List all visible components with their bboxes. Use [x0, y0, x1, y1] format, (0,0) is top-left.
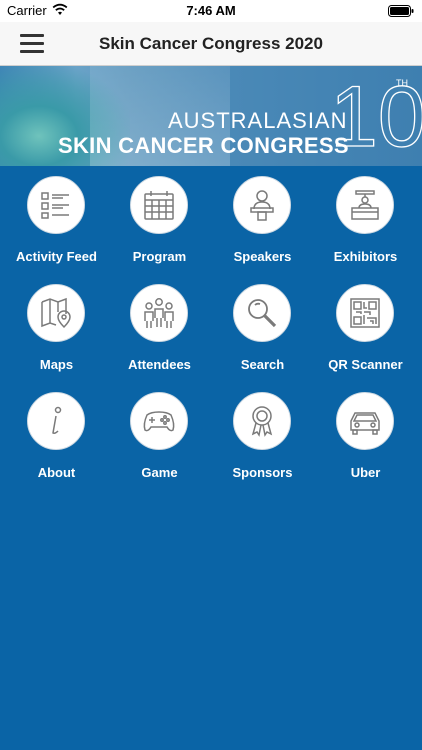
status-bar: Carrier 7:46 AM: [0, 0, 422, 22]
tile-label: Program: [132, 249, 187, 264]
battery-icon: [388, 5, 414, 17]
banner-superscript: TH: [396, 78, 408, 88]
tile-label: Uber: [350, 465, 381, 480]
tile-activity-feed[interactable]: Activity Feed: [5, 176, 108, 276]
info-icon: [27, 392, 85, 450]
gamepad-icon: [130, 392, 188, 450]
tile-label: Maps: [39, 357, 74, 372]
exhibitor-booth-icon: [336, 176, 394, 234]
tile-uber[interactable]: Uber: [314, 392, 417, 492]
qr-code-icon: [336, 284, 394, 342]
magnifier-icon: [233, 284, 291, 342]
tile-maps[interactable]: Maps: [5, 284, 108, 384]
calendar-icon: [130, 176, 188, 234]
tile-label: Attendees: [128, 357, 191, 372]
tile-about[interactable]: About: [5, 392, 108, 492]
banner-edition-number: 10: [329, 69, 422, 165]
tile-label: Speakers: [233, 249, 292, 264]
tile-label: Search: [240, 357, 285, 372]
activity-feed-icon: [27, 176, 85, 234]
tile-sponsors[interactable]: Sponsors: [211, 392, 314, 492]
tile-label: Activity Feed: [16, 249, 97, 264]
tile-program[interactable]: Program: [108, 176, 211, 276]
banner-heading: AUSTRALASIAN: [168, 108, 348, 133]
award-ribbon-icon: [233, 392, 291, 450]
tile-search[interactable]: Search: [211, 284, 314, 384]
status-time: 7:46 AM: [186, 3, 236, 18]
tile-qr-scanner[interactable]: QR Scanner: [314, 284, 417, 384]
tile-label: Sponsors: [232, 465, 293, 480]
tile-game[interactable]: Game: [108, 392, 211, 492]
tile-label: About: [37, 465, 76, 480]
tile-attendees[interactable]: Attendees: [108, 284, 211, 384]
speaker-podium-icon: [233, 176, 291, 234]
people-icon: [130, 284, 188, 342]
banner-subheading: SKIN CANCER CONGRESS: [58, 133, 349, 158]
map-pin-icon: [27, 284, 85, 342]
tile-label: Exhibitors: [333, 249, 398, 264]
tile-exhibitors[interactable]: Exhibitors: [314, 176, 417, 276]
navigation-bar: Skin Cancer Congress 2020: [0, 22, 422, 66]
tile-label: Game: [141, 465, 178, 480]
congress-banner: AUSTRALASIAN SKIN CANCER CONGRESS 10 TH: [0, 66, 422, 166]
car-icon: [336, 392, 394, 450]
tile-speakers[interactable]: Speakers: [211, 176, 314, 276]
page-title: Skin Cancer Congress 2020: [99, 34, 323, 53]
tile-label: QR Scanner: [328, 357, 403, 372]
